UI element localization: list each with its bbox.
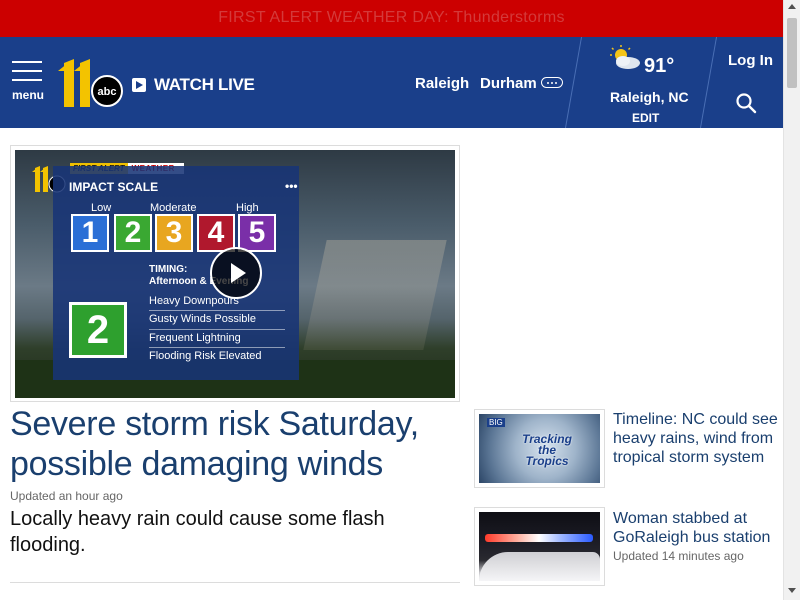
- more-dots-icon-dot: [555, 81, 557, 84]
- abc-text: abc: [98, 86, 117, 98]
- impact-divider: [149, 347, 285, 348]
- nav-link-raleigh[interactable]: Raleigh: [415, 75, 469, 92]
- storm-video-thumbnail: FIRST ALERT WEATHER IMPACT SCALE ••• Low…: [15, 150, 455, 398]
- impact-item: Gusty Winds Possible: [149, 313, 256, 325]
- hamburger-icon: [12, 61, 42, 63]
- scrollbar-thumb[interactable]: [787, 18, 797, 88]
- graphic-menu-dots: •••: [285, 179, 298, 193]
- scale-label-moderate: Moderate: [150, 202, 197, 214]
- nav-link-durham[interactable]: Durham: [480, 75, 537, 92]
- impact-level-5: 5: [238, 214, 276, 252]
- police-car-image: [479, 512, 600, 581]
- alert-text: FIRST ALERT WEATHER DAY: Thunderstorms: [218, 9, 565, 26]
- page: FIRST ALERT WEATHER DAY: Thunderstorms m…: [0, 0, 800, 600]
- watch-live-link[interactable]: WATCH LIVE: [132, 75, 255, 95]
- play-icon: [132, 78, 146, 92]
- vertical-scrollbar[interactable]: [783, 0, 800, 600]
- main-story-headline[interactable]: Severe storm risk Saturday, possible dam…: [10, 404, 460, 484]
- side-story-updated: Updated 14 minutes ago: [613, 549, 744, 563]
- abc11-logo[interactable]: abc: [54, 57, 126, 111]
- tracking-tropics-text: Tracking the Tropics: [522, 432, 572, 468]
- scale-label-high: High: [236, 202, 259, 214]
- search-icon[interactable]: [734, 91, 758, 115]
- impact-level-4: 4: [197, 214, 235, 252]
- weather-edit-link[interactable]: EDIT: [632, 111, 659, 125]
- impact-divider: [149, 310, 285, 311]
- watch-live-label: WATCH LIVE: [154, 75, 255, 94]
- more-dots-icon-dot: [551, 81, 553, 84]
- tracking-tropics-image: BIG Tracking the Tropics: [479, 414, 600, 483]
- scroll-down-arrow-icon[interactable]: [788, 588, 796, 593]
- more-nav-button[interactable]: [541, 77, 563, 88]
- more-dots-icon: [547, 81, 549, 84]
- side-story-thumbnail[interactable]: [474, 507, 605, 586]
- video-play-button[interactable]: [210, 247, 262, 299]
- weather-city: Raleigh, NC: [610, 89, 689, 105]
- impact-level-2: 2: [114, 214, 152, 252]
- side-story-headline[interactable]: Timeline: NC could see heavy rains, wind…: [613, 410, 778, 467]
- site-header: menu abc WATCH LIVE Raleigh Durham 91° R…: [0, 37, 783, 128]
- side-story-headline[interactable]: Woman stabbed at GoRaleigh bus station: [613, 509, 778, 547]
- thumb-badge: BIG: [487, 418, 505, 427]
- impact-scale-title: IMPACT SCALE: [69, 180, 159, 194]
- temperature: 91°: [644, 55, 675, 77]
- hamburger-icon-bar: [12, 70, 42, 72]
- scroll-up-arrow-icon[interactable]: [788, 4, 796, 9]
- menu-label: menu: [12, 88, 45, 102]
- main-story-video[interactable]: FIRST ALERT WEATHER IMPACT SCALE ••• Low…: [10, 145, 460, 402]
- police-lights: [485, 534, 593, 542]
- impact-divider: [149, 329, 285, 330]
- weather-widget[interactable]: 91° Raleigh, NC EDIT: [598, 41, 704, 127]
- impact-item: Frequent Lightning: [149, 332, 241, 344]
- main-story-updated: Updated an hour ago: [10, 489, 123, 503]
- scale-label-low: Low: [91, 202, 112, 214]
- impact-level-3: 3: [155, 214, 193, 252]
- login-link[interactable]: Log In: [728, 52, 773, 69]
- story-divider: [10, 582, 460, 583]
- weather-divider: [564, 37, 583, 128]
- side-story-thumbnail[interactable]: BIG Tracking the Tropics: [474, 409, 605, 488]
- impact-item: Flooding Risk Elevated: [149, 350, 262, 362]
- rain-shaft: [303, 240, 447, 350]
- main-story-summary: Locally heavy rain could cause some flas…: [10, 508, 385, 556]
- menu-button[interactable]: menu: [12, 61, 46, 102]
- hamburger-icon-bar: [12, 79, 42, 81]
- weather-alert-banner[interactable]: FIRST ALERT WEATHER DAY: Thunderstorms: [0, 0, 783, 37]
- impact-level-1: 1: [71, 214, 109, 252]
- car-roof: [479, 552, 600, 581]
- current-impact-level: 2: [69, 302, 127, 358]
- partly-sunny-icon: [610, 45, 640, 69]
